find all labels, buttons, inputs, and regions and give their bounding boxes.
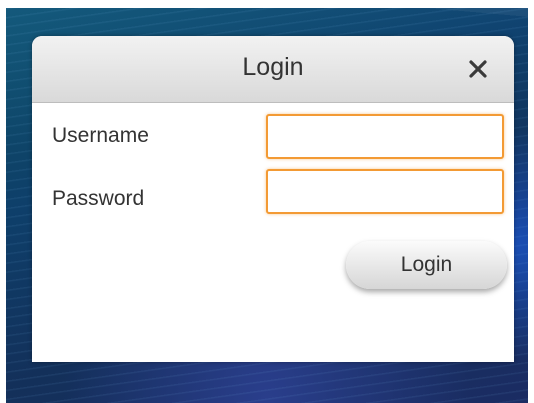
- username-input[interactable]: [266, 114, 504, 159]
- app-screen: Login Username Password Login: [0, 0, 534, 403]
- login-button[interactable]: Login: [346, 241, 507, 289]
- login-dialog: Login Username Password Login: [32, 36, 514, 362]
- close-icon[interactable]: [467, 58, 489, 80]
- password-label: Password: [52, 187, 145, 210]
- password-input[interactable]: [266, 169, 504, 214]
- dialog-title: Login: [242, 53, 304, 81]
- close-icon-glyph: [469, 60, 487, 78]
- dialog-titlebar: Login: [32, 36, 514, 103]
- username-label: Username: [52, 124, 149, 147]
